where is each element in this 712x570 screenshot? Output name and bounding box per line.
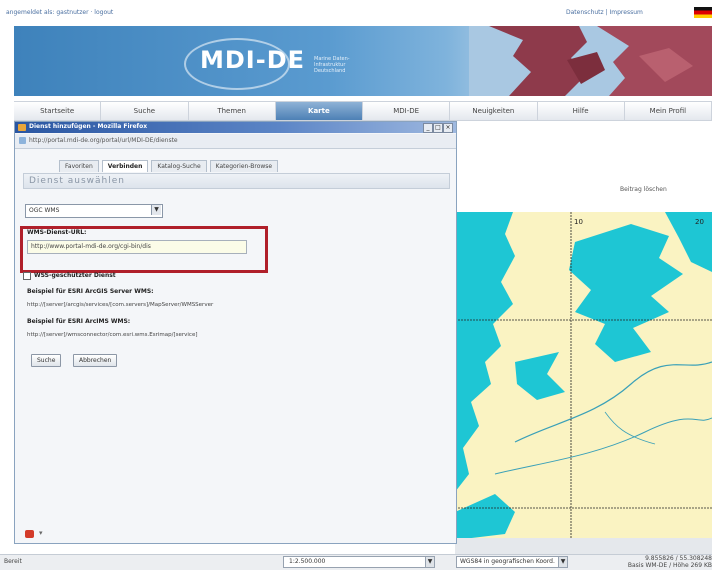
add-service-dialog: Dienst hinzufügen - Mozilla Firefox _ □ … [14, 121, 457, 544]
map-panel-header [455, 180, 712, 203]
logo-text[interactable]: MDI-DE [200, 46, 305, 74]
chevron-down-icon[interactable]: ▼ [425, 557, 434, 567]
header-banner: MDI-DE Marine Daten-Infrastruktur Deutsc… [14, 26, 712, 96]
cancel-button[interactable]: Abbrechen [73, 354, 118, 367]
arrow-down-icon[interactable]: ▾ [39, 529, 43, 537]
map-grid-label: 10 [574, 218, 583, 226]
nav-item-neuigkeiten[interactable]: Neuigkeiten [450, 101, 538, 121]
top-utility-bar: angemeldet als: gastnutzer · logout Date… [0, 0, 712, 26]
legal-links[interactable]: Datenschutz | Impressum [566, 9, 643, 16]
close-button[interactable]: × [443, 123, 453, 133]
panel-title: Dienst auswählen [29, 176, 125, 186]
example-arcgis-heading: Beispiel für ESRI ArcGIS Server WMS: [27, 288, 154, 295]
coordinate-readout: 9.855826 / 55.308248 Basis WM-DE / Höhe … [620, 555, 712, 569]
search-button[interactable]: Suche [31, 354, 62, 367]
example-arcims-url: http://[server]/wmsconnector/com.esri.wm… [27, 332, 198, 338]
status-text: Bereit [4, 558, 22, 565]
projection-value[interactable]: WGS84 in geografischen Koord. [460, 558, 555, 565]
chevron-down-icon[interactable]: ▼ [151, 205, 161, 215]
nav-item-hilfe[interactable]: Hilfe [537, 101, 625, 121]
nav-item-startseite[interactable]: Startseite [14, 101, 102, 121]
wss-protected-label[interactable]: WSS-geschützter Dienst [34, 272, 116, 279]
coordinate-value: 9.855826 / 55.308248 [645, 555, 712, 562]
tab-kategorien-browse[interactable]: Kategorien-Browse [209, 160, 279, 172]
wms-url-value[interactable]: http://www.portal-mdi-de.org/cgi-bin/dis [31, 243, 151, 250]
url-label: WMS-Dienst-URL: [27, 229, 87, 236]
minimize-button[interactable]: _ [423, 123, 433, 133]
addon-icon[interactable] [25, 530, 34, 538]
login-status-text[interactable]: angemeldet als: gastnutzer · logout [6, 9, 113, 16]
page-icon [19, 137, 26, 144]
nav-item-karte[interactable]: Karte [275, 101, 363, 121]
tab-verbinden[interactable]: Verbinden [101, 160, 149, 172]
coordinate-subtext: Basis WM-DE / Höhe 269 KB [627, 562, 712, 569]
dialog-tabs: Favoriten Verbinden Katalog-Suche Katego… [59, 160, 279, 172]
main-navigation: Startseite Suche Themen Karte MDI-DE Neu… [14, 101, 712, 121]
nav-item-mein-profil[interactable]: Mein Profil [624, 101, 712, 121]
map-grid-label: 20 [695, 218, 704, 226]
service-type-value[interactable]: OGC WMS [29, 207, 59, 214]
tab-favoriten[interactable]: Favoriten [59, 160, 99, 172]
nav-item-themen[interactable]: Themen [188, 101, 276, 121]
banner-map-graphic [469, 26, 712, 96]
address-text[interactable]: http://portal.mdi-de.org/portal/url/MDI-… [29, 137, 178, 144]
dialog-title: Dienst hinzufügen - Mozilla Firefox [29, 123, 148, 130]
maximize-button[interactable]: □ [433, 123, 443, 133]
map-canvas[interactable]: 10 20 [455, 212, 712, 540]
scale-value[interactable]: 1:2.500.000 [289, 558, 325, 565]
example-arcgis-url: http://[server]/arcgis/services/[com.ser… [27, 302, 214, 308]
firefox-icon [18, 124, 26, 131]
example-arcims-heading: Beispiel für ESRI ArcIMS WMS: [27, 318, 131, 325]
nav-item-mdi-de[interactable]: MDI-DE [363, 101, 451, 121]
logo-subtitle: Marine Daten-Infrastruktur Deutschland [314, 56, 350, 74]
tab-katalog-suche[interactable]: Katalog-Suche [151, 160, 207, 172]
nav-item-suche[interactable]: Suche [101, 101, 189, 121]
chevron-down-icon[interactable]: ▼ [558, 557, 567, 567]
map-footer-strip [455, 538, 712, 554]
map-header-link[interactable]: Beitrag löschen [620, 186, 667, 193]
german-flag-icon[interactable] [694, 7, 712, 18]
wss-protected-checkbox[interactable] [23, 272, 31, 280]
